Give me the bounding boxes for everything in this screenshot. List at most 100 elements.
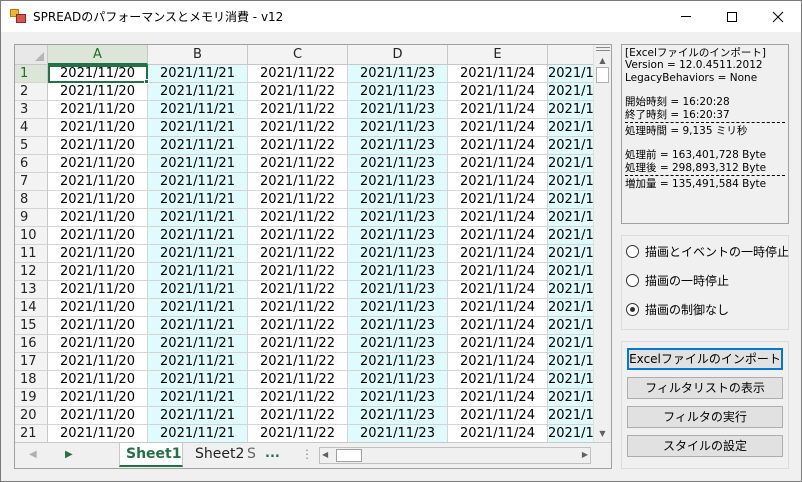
table-cell[interactable]: 2021/11/24: [448, 137, 548, 155]
table-cell[interactable]: 2021/11/25: [548, 65, 593, 83]
row-header[interactable]: 11: [15, 245, 48, 263]
table-cell[interactable]: 2021/11/24: [448, 191, 548, 209]
table-cell[interactable]: 2021/11/24: [448, 209, 548, 227]
table-cell[interactable]: 2021/11/22: [248, 173, 348, 191]
scroll-down-icon[interactable]: ▼: [594, 426, 611, 440]
row-header[interactable]: 15: [15, 317, 48, 335]
table-cell[interactable]: 2021/11/24: [448, 317, 548, 335]
radio-suspend-paint[interactable]: 描画の一時停止: [626, 270, 729, 290]
tab-sheet2[interactable]: Sheet2: [189, 443, 247, 467]
column-header[interactable]: [548, 45, 593, 65]
scroll-up-icon[interactable]: ▲: [594, 53, 611, 67]
table-cell[interactable]: 2021/11/25: [548, 101, 593, 119]
table-cell[interactable]: 2021/11/25: [548, 227, 593, 245]
vertical-scroll-thumb[interactable]: [596, 67, 609, 83]
select-all-corner[interactable]: [15, 45, 48, 65]
table-cell[interactable]: 2021/11/24: [448, 65, 548, 83]
table-cell[interactable]: 2021/11/23: [348, 245, 448, 263]
table-cell[interactable]: 2021/11/21: [148, 173, 248, 191]
table-cell[interactable]: 2021/11/21: [148, 65, 248, 83]
table-cell[interactable]: 2021/11/20: [48, 83, 148, 101]
table-cell[interactable]: 2021/11/25: [548, 317, 593, 335]
table-cell[interactable]: 2021/11/23: [348, 425, 448, 442]
table-cell[interactable]: 2021/11/22: [248, 137, 348, 155]
minimize-button[interactable]: [663, 1, 709, 32]
row-header[interactable]: 7: [15, 173, 48, 191]
table-cell[interactable]: 2021/11/21: [148, 371, 248, 389]
table-cell[interactable]: 2021/11/20: [48, 353, 148, 371]
row-header[interactable]: 19: [15, 389, 48, 407]
row-header[interactable]: 20: [15, 407, 48, 425]
table-cell[interactable]: 2021/11/20: [48, 407, 148, 425]
table-cell[interactable]: 2021/11/21: [148, 317, 248, 335]
table-cell[interactable]: 2021/11/23: [348, 155, 448, 173]
row-header[interactable]: 2: [15, 83, 48, 101]
row-header[interactable]: 1: [15, 65, 48, 83]
row-header[interactable]: 13: [15, 281, 48, 299]
table-cell[interactable]: 2021/11/23: [348, 83, 448, 101]
table-cell[interactable]: 2021/11/22: [248, 101, 348, 119]
table-cell[interactable]: 2021/11/20: [48, 137, 148, 155]
table-cell[interactable]: 2021/11/23: [348, 65, 448, 83]
table-cell[interactable]: 2021/11/20: [48, 245, 148, 263]
table-cell[interactable]: 2021/11/22: [248, 155, 348, 173]
table-cell[interactable]: 2021/11/23: [348, 101, 448, 119]
table-cell[interactable]: 2021/11/24: [448, 101, 548, 119]
table-cell[interactable]: 2021/11/25: [548, 209, 593, 227]
horizontal-scrollbar[interactable]: ◀ ▶: [319, 447, 591, 464]
table-cell[interactable]: 2021/11/23: [348, 227, 448, 245]
row-header[interactable]: 14: [15, 299, 48, 317]
table-cell[interactable]: 2021/11/25: [548, 281, 593, 299]
row-header[interactable]: 18: [15, 371, 48, 389]
table-cell[interactable]: 2021/11/24: [448, 407, 548, 425]
table-cell[interactable]: 2021/11/20: [48, 317, 148, 335]
table-cell[interactable]: 2021/11/21: [148, 137, 248, 155]
vertical-scrollbar[interactable]: ▲ ▼: [593, 45, 611, 442]
row-header[interactable]: 12: [15, 263, 48, 281]
table-cell[interactable]: 2021/11/25: [548, 299, 593, 317]
tab-sheet3[interactable]: S: [247, 443, 257, 467]
table-cell[interactable]: 2021/11/20: [48, 335, 148, 353]
table-cell[interactable]: 2021/11/25: [548, 353, 593, 371]
table-cell[interactable]: 2021/11/24: [448, 155, 548, 173]
table-cell[interactable]: 2021/11/22: [248, 281, 348, 299]
row-header[interactable]: 21: [15, 425, 48, 442]
tab-nav-prev-icon[interactable]: ◀: [29, 449, 37, 460]
table-cell[interactable]: 2021/11/20: [48, 263, 148, 281]
radio-suspend-paint-events[interactable]: 描画とイベントの一時停止: [626, 241, 789, 261]
table-cell[interactable]: 2021/11/25: [548, 407, 593, 425]
table-cell[interactable]: 2021/11/24: [448, 227, 548, 245]
row-header[interactable]: 9: [15, 209, 48, 227]
column-header[interactable]: B: [148, 45, 248, 65]
table-cell[interactable]: 2021/11/24: [448, 263, 548, 281]
table-cell[interactable]: 2021/11/25: [548, 83, 593, 101]
table-cell[interactable]: 2021/11/25: [548, 191, 593, 209]
table-cell[interactable]: 2021/11/20: [48, 281, 148, 299]
table-cell[interactable]: 2021/11/21: [148, 407, 248, 425]
table-cell[interactable]: 2021/11/23: [348, 317, 448, 335]
table-cell[interactable]: 2021/11/24: [448, 371, 548, 389]
radio-no-paint-control[interactable]: 描画の制御なし: [626, 299, 729, 319]
set-style-button[interactable]: スタイルの設定: [627, 435, 783, 457]
table-cell[interactable]: 2021/11/21: [148, 245, 248, 263]
table-cell[interactable]: 2021/11/21: [148, 155, 248, 173]
table-cell[interactable]: 2021/11/23: [348, 371, 448, 389]
table-cell[interactable]: 2021/11/21: [148, 335, 248, 353]
table-cell[interactable]: 2021/11/23: [348, 299, 448, 317]
table-cell[interactable]: 2021/11/20: [48, 389, 148, 407]
table-cell[interactable]: 2021/11/24: [448, 335, 548, 353]
table-cell[interactable]: 2021/11/21: [148, 299, 248, 317]
table-cell[interactable]: 2021/11/23: [348, 353, 448, 371]
table-cell[interactable]: 2021/11/24: [448, 173, 548, 191]
table-cell[interactable]: 2021/11/22: [248, 425, 348, 442]
column-header[interactable]: C: [248, 45, 348, 65]
table-cell[interactable]: 2021/11/23: [348, 173, 448, 191]
row-header[interactable]: 17: [15, 353, 48, 371]
table-cell[interactable]: 2021/11/23: [348, 191, 448, 209]
table-cell[interactable]: 2021/11/25: [548, 389, 593, 407]
table-cell[interactable]: 2021/11/24: [448, 299, 548, 317]
table-cell[interactable]: 2021/11/25: [548, 263, 593, 281]
table-cell[interactable]: 2021/11/25: [548, 245, 593, 263]
table-cell[interactable]: 2021/11/23: [348, 209, 448, 227]
tab-splitter-icon[interactable]: ⋮: [301, 447, 313, 461]
